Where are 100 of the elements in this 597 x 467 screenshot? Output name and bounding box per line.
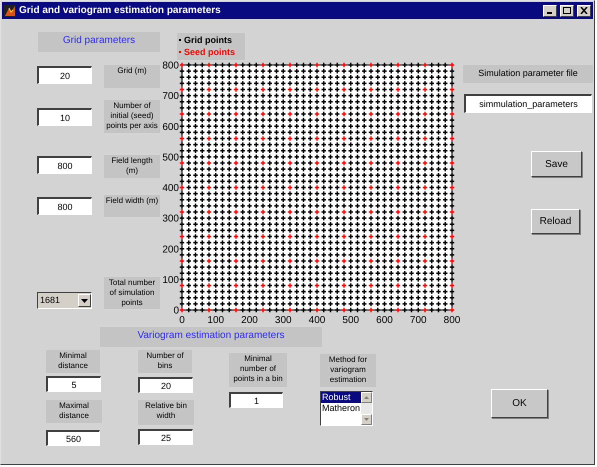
- seed-point: [422, 86, 428, 92]
- seed-point: [206, 209, 212, 215]
- scrollbar[interactable]: [361, 392, 372, 425]
- legend-label: Seed points: [184, 46, 236, 58]
- seed-point: [395, 282, 401, 288]
- seed-point: [422, 258, 428, 264]
- tick-label: 100: [207, 315, 224, 326]
- section-heading: Grid parameters: [38, 32, 160, 52]
- field-label: Method for variogram estimation: [320, 354, 376, 387]
- seed-point: [260, 136, 266, 142]
- seed-point: [449, 282, 455, 288]
- seed-point: [395, 209, 401, 215]
- seed-point: [179, 258, 185, 264]
- seed-point: [368, 282, 374, 288]
- seed-point: [449, 258, 455, 264]
- input-field[interactable]: 20: [37, 66, 92, 84]
- seed-point: [179, 307, 185, 313]
- tick-label: 500: [342, 315, 360, 326]
- seed-point: [395, 258, 401, 264]
- scroll-up-icon: [361, 392, 372, 403]
- button[interactable]: OK: [491, 389, 548, 418]
- seed-point: [368, 111, 374, 117]
- seed-point: [314, 62, 320, 68]
- seed-point: [449, 86, 455, 92]
- seed-point: [422, 234, 428, 240]
- seed-point: [341, 86, 347, 92]
- seed-point: [341, 184, 347, 190]
- seed-point: [206, 111, 212, 117]
- seed-point: [449, 136, 455, 142]
- input-field[interactable]: 20: [138, 377, 193, 393]
- seed-point: [233, 86, 239, 92]
- input-field[interactable]: 10: [37, 108, 92, 126]
- seed-point: [206, 62, 212, 68]
- button[interactable]: Save: [531, 151, 582, 177]
- close-button[interactable]: [577, 4, 591, 16]
- method-listbox[interactable]: Robust Matheron: [320, 391, 373, 426]
- input-field[interactable]: 25: [138, 429, 193, 445]
- seed-point: [260, 86, 266, 92]
- seed-point: [314, 282, 320, 288]
- seed-point: [314, 86, 320, 92]
- list-option[interactable]: Robust: [321, 392, 361, 403]
- seed-point: [206, 307, 212, 313]
- tick-label: 100: [162, 274, 179, 286]
- seed-point: [368, 160, 374, 166]
- seed-point: [422, 62, 428, 68]
- seed-point: [422, 282, 428, 288]
- input-field[interactable]: 800: [37, 156, 92, 174]
- seed-point: [341, 136, 347, 142]
- input-field[interactable]: simmulation_parameters: [464, 94, 592, 113]
- input-field[interactable]: 560: [46, 430, 100, 446]
- dropdown[interactable]: 1681: [37, 292, 92, 309]
- seed-point: [233, 258, 239, 264]
- input-field[interactable]: 5: [46, 376, 101, 392]
- app-icon: [4, 4, 16, 16]
- seed-point: [233, 307, 239, 313]
- seed-point: [233, 136, 239, 142]
- seed-point: [314, 111, 320, 117]
- list-option[interactable]: Matheron: [321, 403, 361, 414]
- seed-point: [260, 258, 266, 264]
- seed-point: [341, 111, 347, 117]
- seed-point: [287, 160, 293, 166]
- seed-point: [368, 307, 374, 313]
- button[interactable]: Reload: [531, 209, 580, 234]
- seed-point: [449, 62, 455, 68]
- window-title: Grid and variogram estimation parameters: [19, 4, 222, 18]
- minimize-button[interactable]: [543, 4, 557, 16]
- seed-point: [422, 307, 428, 313]
- seed-point: [314, 160, 320, 166]
- seed-point: [260, 282, 266, 288]
- seed-point: [314, 307, 320, 313]
- field-label: Number of initial (seed) points per axis: [104, 100, 160, 133]
- field-label: Relative bin width: [138, 400, 194, 425]
- seed-point: [314, 136, 320, 142]
- seed-point: [287, 282, 293, 288]
- seed-point: [368, 136, 374, 142]
- seed-point: [341, 282, 347, 288]
- seed-point: [368, 86, 374, 92]
- seed-point: [179, 86, 185, 92]
- close-icon: [580, 7, 588, 14]
- seed-point: [233, 62, 239, 68]
- tick-label: 200: [162, 244, 179, 256]
- section-heading: Variogram estimation parameters: [100, 327, 322, 347]
- seed-point: [206, 234, 212, 240]
- seed-point: [287, 234, 293, 240]
- seed-point: [422, 209, 428, 215]
- seed-point: [233, 209, 239, 215]
- input-field[interactable]: 800: [37, 197, 92, 215]
- seed-point: [422, 184, 428, 190]
- seed-point: [233, 160, 239, 166]
- maximize-button[interactable]: [560, 4, 574, 16]
- seed-point: [395, 184, 401, 190]
- seed-point: [179, 282, 185, 288]
- seed-point: [395, 160, 401, 166]
- seed-point: [287, 258, 293, 264]
- tick-label: 300: [274, 315, 292, 326]
- tick-label: 600: [162, 122, 179, 133]
- seed-point: [341, 234, 347, 240]
- field-label: Field length (m): [104, 155, 160, 178]
- seed-point: [449, 209, 455, 215]
- input-field[interactable]: 1: [229, 392, 283, 408]
